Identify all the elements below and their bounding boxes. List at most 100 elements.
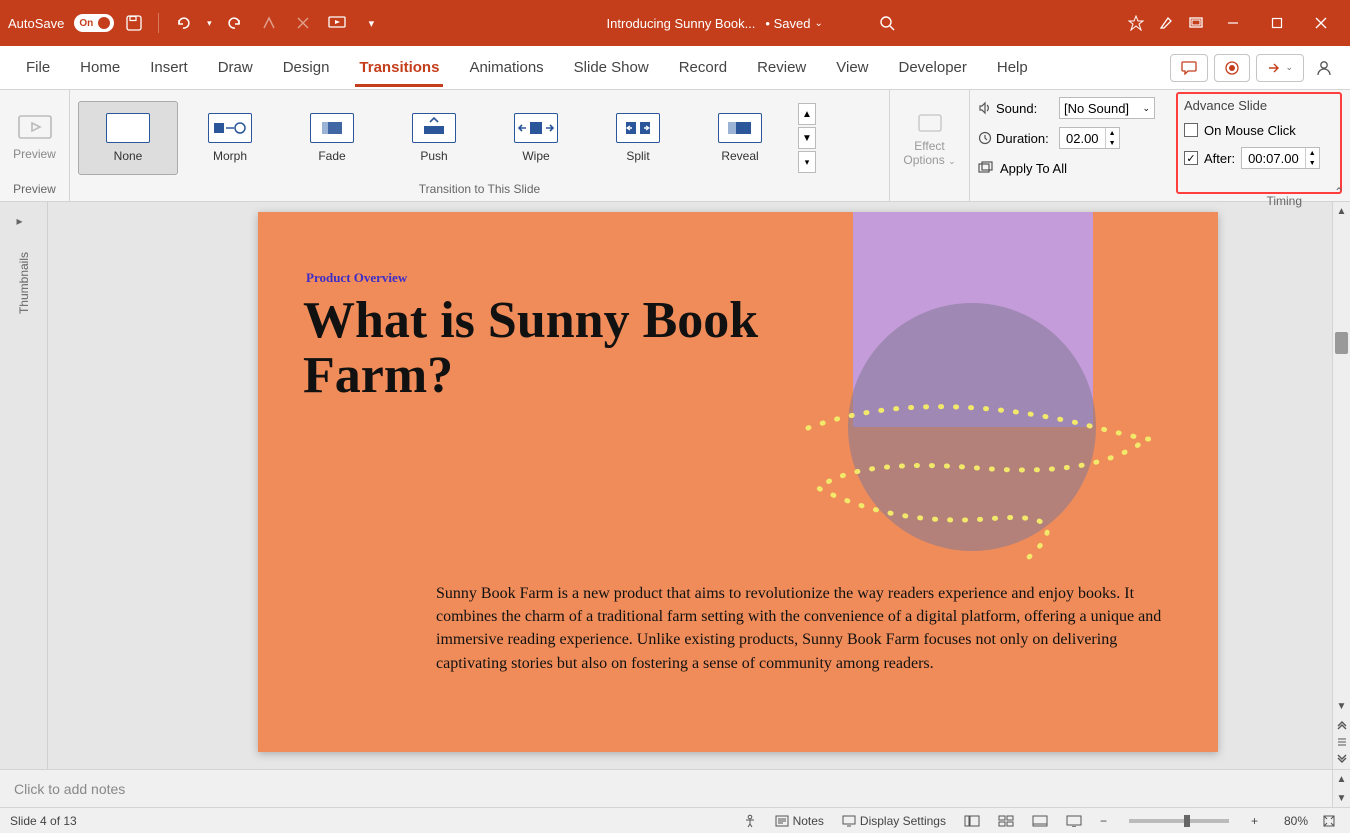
apply-all-icon [978, 161, 994, 175]
zoom-slider-handle[interactable] [1184, 815, 1190, 827]
transition-split[interactable]: Split [588, 101, 688, 175]
accessibility-button[interactable] [739, 812, 761, 830]
comments-button[interactable] [1170, 54, 1208, 82]
sound-dropdown[interactable]: [No Sound]⌄ [1059, 97, 1155, 119]
accessibility-icon [743, 814, 757, 828]
duration-input[interactable]: 02.00▲▼ [1059, 127, 1120, 149]
gallery-up-button[interactable]: ▲ [798, 103, 816, 125]
scroll-up-button[interactable]: ▲ [1333, 202, 1350, 220]
document-title: Introducing Sunny Book... [607, 16, 756, 31]
tab-insert[interactable]: Insert [136, 49, 202, 86]
tab-record[interactable]: Record [665, 49, 741, 86]
thumbnails-pane[interactable]: ▸ Thumbnails [0, 202, 48, 769]
duration-down[interactable]: ▼ [1105, 138, 1119, 148]
effect-options-icon [915, 109, 945, 139]
undo-dropdown-icon[interactable]: ▾ [203, 9, 215, 37]
save-icon[interactable] [120, 9, 148, 37]
tab-slide-show[interactable]: Slide Show [560, 49, 663, 86]
after-time-input[interactable]: 00:07.00▲▼ [1241, 147, 1320, 169]
qat-icon-1[interactable] [255, 9, 283, 37]
tab-help[interactable]: Help [983, 49, 1042, 86]
scrollbar-thumb[interactable] [1335, 332, 1348, 354]
transition-wipe[interactable]: Wipe [486, 101, 586, 175]
coming-soon-icon[interactable] [1122, 9, 1150, 37]
prev-slide-button[interactable] [1333, 715, 1350, 733]
slide[interactable]: Product Overview What is Sunny Book Farm… [258, 212, 1218, 752]
slide-overline[interactable]: Product Overview [306, 270, 407, 286]
thumbnails-label: Thumbnails [17, 252, 31, 314]
scroll-down-button[interactable]: ▼ [1333, 697, 1350, 715]
sound-label: Sound: [978, 101, 1053, 116]
undo-icon[interactable] [169, 9, 197, 37]
tab-home[interactable]: Home [66, 49, 134, 86]
slide-canvas-area: Product Overview What is Sunny Book Farm… [48, 202, 1350, 769]
notes-icon [775, 815, 789, 827]
ribbon-collapse-button[interactable]: ⌃ [1334, 185, 1344, 199]
effect-options-button[interactable]: Effect Options ⌄ [898, 109, 961, 167]
zoom-out-button[interactable]: − [1096, 812, 1111, 830]
zoom-level[interactable]: 80% [1272, 814, 1308, 828]
maximize-button[interactable] [1256, 9, 1298, 37]
account-icon[interactable] [1310, 59, 1338, 77]
on-mouse-click-label: On Mouse Click [1204, 123, 1296, 138]
display-settings-button[interactable]: Display Settings [838, 812, 950, 830]
fit-to-window-button[interactable] [1318, 812, 1340, 830]
slideshow-view-button[interactable] [1062, 813, 1086, 829]
chevron-down-icon: ⌄ [1142, 103, 1150, 114]
reading-view-button[interactable] [1028, 813, 1052, 829]
preview-button[interactable]: Preview [8, 102, 61, 174]
close-button[interactable] [1300, 9, 1342, 37]
share-button[interactable]: ⌄ [1256, 54, 1304, 82]
transition-fade[interactable]: Fade [282, 101, 382, 175]
notes-scroll-down[interactable]: ▼ [1333, 789, 1350, 807]
transition-reveal[interactable]: Reveal [690, 101, 790, 175]
tab-file[interactable]: File [12, 49, 64, 86]
notes-scroll-up[interactable]: ▲ [1333, 770, 1350, 788]
after-up[interactable]: ▲ [1305, 148, 1319, 158]
zoom-in-button[interactable]: + [1247, 812, 1262, 830]
vertical-scrollbar[interactable]: ▲ ▼ [1332, 202, 1350, 769]
tab-draw[interactable]: Draw [204, 49, 267, 86]
tab-view[interactable]: View [822, 49, 882, 86]
tab-transitions[interactable]: Transitions [345, 49, 453, 86]
gallery-more-button[interactable]: ▾ [798, 151, 816, 173]
designer-icon[interactable] [1152, 9, 1180, 37]
apply-to-all-button[interactable]: Apply To All [978, 156, 1168, 180]
record-button[interactable] [1214, 54, 1250, 82]
qat-icon-2[interactable] [289, 9, 317, 37]
tab-review[interactable]: Review [743, 49, 820, 86]
next-slide-button[interactable] [1333, 751, 1350, 769]
after-checkbox[interactable]: ✓ [1184, 151, 1198, 165]
slide-body[interactable]: Sunny Book Farm is a new product that ai… [436, 582, 1168, 675]
thumbnails-expand-icon[interactable]: ▸ [17, 214, 31, 228]
tab-developer[interactable]: Developer [885, 49, 981, 86]
notes-toggle-button[interactable]: Notes [771, 812, 828, 830]
ribbon-tabs: File Home Insert Draw Design Transitions… [0, 46, 1350, 90]
normal-view-button[interactable] [960, 813, 984, 829]
slide-title[interactable]: What is Sunny Book Farm? [303, 294, 823, 403]
search-icon[interactable] [873, 9, 901, 37]
notes-scrollbar[interactable]: ▲ ▼ [1332, 770, 1350, 807]
duration-up[interactable]: ▲ [1105, 128, 1119, 138]
nav-menu-button[interactable] [1333, 733, 1350, 751]
tab-design[interactable]: Design [269, 49, 344, 86]
workspace: ▸ Thumbnails Product Overview What is Su… [0, 202, 1350, 769]
advance-slide-section: Advance Slide On Mouse Click ✓ After: 00… [1176, 92, 1342, 194]
app-mode-icon[interactable] [1182, 9, 1210, 37]
gallery-down-button[interactable]: ▼ [798, 127, 816, 149]
tab-animations[interactable]: Animations [455, 49, 557, 86]
on-mouse-click-checkbox[interactable] [1184, 123, 1198, 137]
minimize-button[interactable] [1212, 9, 1254, 37]
notes-pane[interactable]: Click to add notes ▲ ▼ [0, 769, 1350, 807]
qat-customize-icon[interactable]: ▾ [357, 9, 385, 37]
slide-sorter-view-button[interactable] [994, 813, 1018, 829]
transition-push[interactable]: Push [384, 101, 484, 175]
present-from-beginning-icon[interactable] [323, 9, 351, 37]
autosave-toggle[interactable]: On [74, 14, 114, 32]
after-down[interactable]: ▼ [1305, 158, 1319, 168]
transition-none[interactable]: None [78, 101, 178, 175]
redo-icon[interactable] [221, 9, 249, 37]
saved-status[interactable]: • Saved ⌄ [765, 16, 822, 31]
transition-morph[interactable]: Morph [180, 101, 280, 175]
zoom-slider[interactable] [1129, 819, 1229, 823]
